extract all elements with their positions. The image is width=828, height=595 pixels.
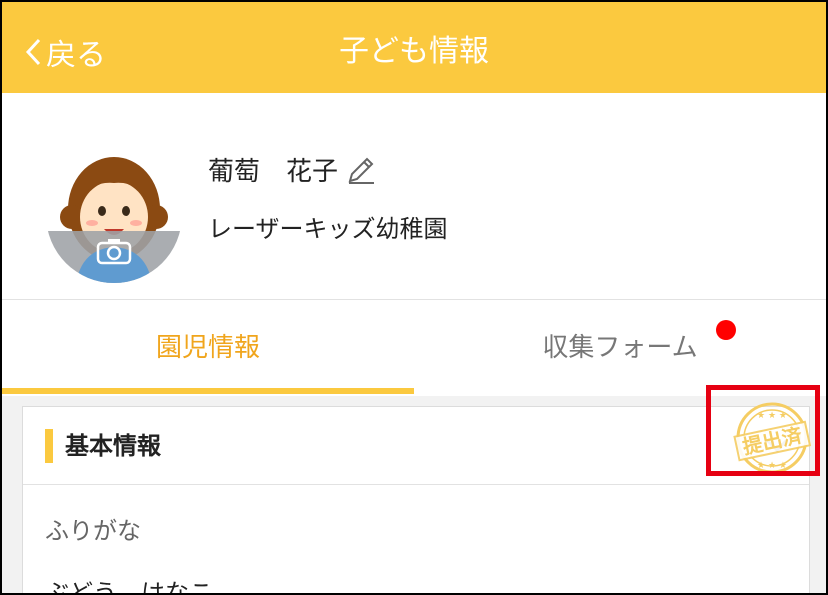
tab-collection-form[interactable]: 収集フォーム [414, 300, 826, 396]
profile-section: 葡萄 花子 レーザーキッズ幼稚園 [2, 93, 826, 300]
app-header: 戻る 子ども情報 [2, 2, 826, 93]
app-screen: 戻る 子ども情報 葡萄 花子 レーザーキッズ幼稚園 園児情報 収集フォーム 基本… [0, 0, 828, 595]
page-title: 子ども情報 [339, 34, 489, 69]
child-name-row: 葡萄 花子 [208, 151, 376, 188]
avatar[interactable] [46, 147, 182, 283]
furigana-value: ぶどう はなこ [45, 579, 213, 595]
tab-bar: 園児情報 収集フォーム [2, 300, 826, 396]
tab-child-info[interactable]: 園児情報 [2, 300, 414, 396]
notification-badge [716, 320, 736, 340]
school-name: レーザーキッズ幼稚園 [208, 215, 448, 243]
basic-info-card: 基本情報 ふりがな ぶどう はなこ [22, 406, 810, 595]
content-area: 基本情報 ふりがな ぶどう はなこ [2, 396, 826, 595]
pencil-icon[interactable] [346, 155, 376, 185]
child-name: 葡萄 花子 [208, 157, 339, 187]
section-title: 基本情報 [65, 432, 161, 460]
furigana-label: ふりがな [45, 517, 141, 545]
child-avatar-icon [46, 147, 182, 283]
highlight-box [706, 385, 820, 476]
section-header[interactable]: 基本情報 [23, 407, 809, 485]
section-accent-bar [45, 429, 53, 463]
